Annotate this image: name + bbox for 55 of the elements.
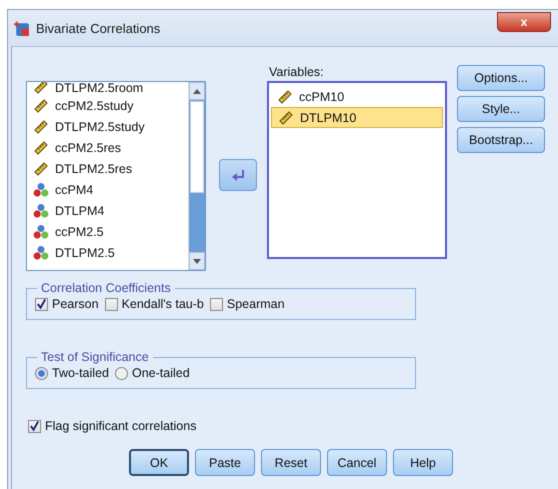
checkbox-label: Pearson [52, 297, 99, 311]
checkbox-label: Flag significant correlations [45, 419, 196, 433]
move-button[interactable] [219, 159, 257, 191]
ruler-icon [33, 98, 49, 114]
nominal-icon [33, 244, 49, 260]
ruler-icon [277, 88, 293, 104]
checkbox[interactable] [104, 298, 118, 310]
checkbox-label: Kendall's tau-b [122, 297, 204, 311]
variables-list[interactable]: ccPM10 DTLPM10 [267, 81, 447, 259]
checkbox[interactable] [35, 298, 48, 310]
checkbox-label: Spearman [226, 297, 285, 311]
checkbox[interactable] [210, 298, 223, 310]
variable-item[interactable]: DTLPM2.5study [27, 116, 188, 137]
nominal-icon [33, 202, 49, 218]
ruler-icon [33, 140, 49, 156]
app-icon [13, 20, 30, 36]
variable-item[interactable]: ccPM4 [27, 179, 188, 200]
dialog-button[interactable]: OK [129, 449, 189, 476]
group-title: Test of Significance [40, 350, 150, 364]
dialog-button[interactable]: Reset [261, 449, 321, 476]
variable-item[interactable]: ccPM2.5 [27, 221, 188, 242]
source-variable-list[interactable]: DTLPM2.5room ccPM2.5study DTLPM2.5study ccPM2.5res DTLPM2.5res ccPM4 DTLPM4 ccPM2.5 DTLPM2.5 [26, 81, 206, 271]
variable-item[interactable]: ccPM2.5res [27, 137, 188, 158]
radio-button[interactable] [35, 366, 48, 380]
variable-item[interactable]: ccPM2.5study [27, 95, 188, 116]
scrollbar[interactable] [188, 82, 205, 270]
variable-item[interactable]: DTLPM10 [271, 107, 443, 128]
group-title: Correlation Coefficients [40, 281, 172, 295]
ruler-icon [278, 110, 294, 126]
variable-item[interactable]: DTLPM2.5res [27, 158, 188, 179]
close-button[interactable]: x [497, 12, 551, 32]
dialog-button[interactable]: Paste [195, 449, 255, 476]
variable-item[interactable]: DTLPM4 [27, 200, 188, 221]
down-arrow-icon [193, 258, 201, 264]
window-title: Bivariate Correlations [36, 20, 160, 36]
up-arrow-icon [193, 88, 201, 94]
variable-item[interactable]: DTLPM2.5 [27, 242, 188, 263]
dialog-button[interactable]: Style... [457, 96, 545, 122]
nominal-icon [33, 182, 49, 198]
ruler-icon [33, 160, 49, 176]
dialog-button[interactable]: Bootstrap... [457, 127, 545, 153]
dialog-button[interactable]: Cancel [327, 449, 387, 476]
variable-item[interactable]: ccPM10 [271, 86, 443, 107]
variable-item[interactable]: DTLPM2.5room [27, 82, 188, 95]
arrow-icon [230, 167, 246, 183]
variables-label: Variables: [268, 64, 325, 81]
checkbox[interactable] [28, 420, 41, 432]
radio-label: One-tailed [132, 366, 190, 380]
radio-button[interactable] [114, 366, 128, 380]
dialog-button[interactable]: Options... [457, 65, 545, 91]
nominal-icon [33, 224, 49, 240]
ruler-icon [33, 118, 49, 134]
ruler-icon [33, 82, 49, 95]
radio-label: Two-tailed [52, 366, 109, 380]
dialog-button[interactable]: Help [393, 449, 453, 476]
